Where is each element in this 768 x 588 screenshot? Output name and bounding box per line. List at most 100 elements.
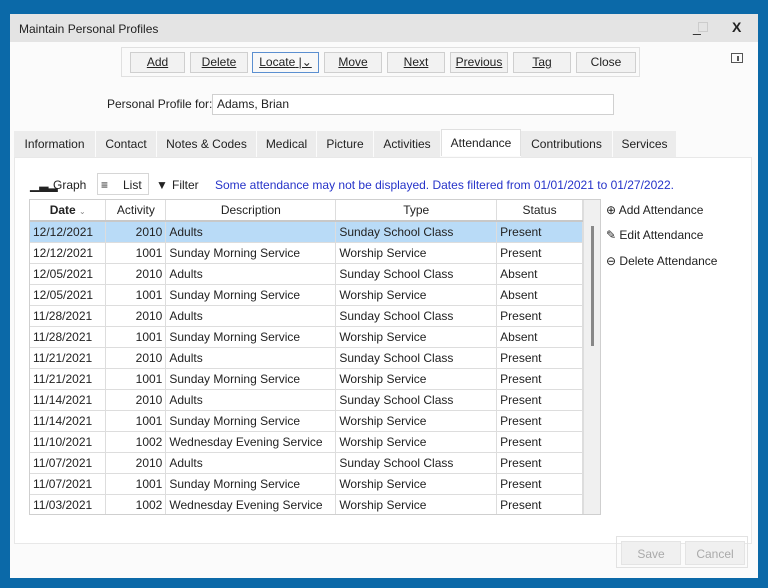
tab-notes-codes[interactable]: Notes & Codes [157,131,257,157]
table-row[interactable]: 12/12/2021 1001 Sunday Morning Service Wors… [30,242,583,264]
cell-type: Worship Service [335,410,498,432]
save-button[interactable]: Save [621,541,681,565]
cell-activity: 2010 [105,263,167,285]
cell-date: 12/12/2021 [30,221,107,243]
table-row[interactable]: 12/05/2021 2010 Adults Sunday School Class A… [30,263,583,285]
cell-description: Sunday Morning Service [165,368,337,390]
layout-icon[interactable] [731,53,743,63]
list-label: List [123,178,142,192]
profile-label: Personal Profile for: [107,97,213,111]
cell-status: Absent [496,284,583,306]
previous-button[interactable]: Previous [450,52,508,73]
locate-button[interactable]: Locate |⌄ [252,52,319,73]
title-bar: Maintain Personal Profiles _ X [10,14,758,42]
cell-date: 11/14/2021 [30,389,107,411]
tab-activities[interactable]: Activities [374,131,441,157]
table-row[interactable]: 11/10/2021 1002 Wednesday Evening Service W… [30,431,583,453]
table-row[interactable]: 11/14/2021 1001 Sunday Morning Service Wors… [30,410,583,432]
table-row[interactable]: 11/21/2021 2010 Adults Sunday School Class P… [30,347,583,369]
move-button[interactable]: Move [324,52,382,73]
cell-type: Worship Service [335,242,498,264]
plus-circle-icon: ⊕ [606,203,617,217]
edit-attendance-button[interactable]: ✎ Edit Attendance [606,228,703,242]
tab-contributions[interactable]: Contributions [521,131,613,157]
cell-activity: 1001 [105,326,167,348]
close-button[interactable]: Close [576,52,636,73]
graph-button[interactable]: Graph [53,178,86,192]
cell-description: Adults [165,221,337,243]
tag-button[interactable]: Tag [513,52,571,73]
table-scrollbar[interactable] [583,200,600,514]
profile-window: Maintain Personal Profiles _ X Add Delet… [10,14,758,578]
table-row[interactable]: 11/14/2021 2010 Adults Sunday School Class P… [30,389,583,411]
cancel-button[interactable]: Cancel [685,541,745,565]
cell-type: Sunday School Class [335,389,498,411]
cell-description: Adults [165,347,337,369]
cell-date: 11/07/2021 [30,452,107,474]
tab-information[interactable]: Information [14,131,96,157]
table-row[interactable]: 11/07/2021 1001 Sunday Morning Service Wors… [30,473,583,495]
tab-services[interactable]: Services [613,131,677,157]
cell-status: Present [496,431,583,453]
add-attendance-button[interactable]: ⊕ Add Attendance [606,203,703,217]
cell-status: Present [496,368,583,390]
tab-medical[interactable]: Medical [257,131,317,157]
cell-status: Present [496,389,583,411]
tab-picture[interactable]: Picture [317,131,374,157]
cell-type: Worship Service [335,473,498,495]
attendance-table: Date ⌄ Activity Description Type Status … [29,199,601,515]
maximize-button[interactable] [698,22,708,32]
cell-status: Present [496,242,583,264]
cell-description: Adults [165,263,337,285]
add-button[interactable]: Add [130,52,185,73]
table-row[interactable]: 12/05/2021 1001 Sunday Morning Service Wors… [30,284,583,306]
cell-description: Adults [165,452,337,474]
cell-activity: 2010 [105,305,167,327]
tab-attendance[interactable]: Attendance [441,129,521,156]
scrollbar-thumb[interactable] [591,226,594,346]
list-icon: ≡ [101,178,109,192]
table-row[interactable]: 11/28/2021 2010 Adults Sunday School Class P… [30,305,583,327]
header-date[interactable]: Date ⌄ [30,200,107,222]
filter-icon[interactable]: ▼ [156,178,168,192]
minus-circle-icon: ⊖ [606,254,617,268]
header-status[interactable]: Status [496,200,583,222]
cell-date: 11/28/2021 [30,326,107,348]
add-attendance-label: Add Attendance [618,203,704,217]
filter-button[interactable]: Filter [172,178,199,192]
cell-activity: 1002 [105,431,167,453]
cell-type: Sunday School Class [335,347,498,369]
table-row[interactable]: 11/21/2021 1001 Sunday Morning Service Wors… [30,368,583,390]
pencil-icon: ✎ [606,228,617,242]
table-row[interactable]: 12/12/2021 2010 Adults Sunday School Class P… [30,221,583,243]
cell-activity: 1001 [105,368,167,390]
cell-activity: 1001 [105,410,167,432]
cell-activity: 2010 [105,221,167,243]
tab-contact[interactable]: Contact [96,131,157,157]
cell-description: Adults [165,389,337,411]
cell-activity: 1002 [105,494,167,514]
next-button[interactable]: Next [387,52,445,73]
cell-description: Sunday Morning Service [165,473,337,495]
header-description[interactable]: Description [165,200,337,222]
cell-status: Present [496,305,583,327]
chevron-down-icon[interactable]: |⌄ [299,55,312,69]
cell-date: 12/05/2021 [30,284,107,306]
delete-attendance-button[interactable]: ⊖ Delete Attendance [606,254,717,268]
header-type[interactable]: Type [335,200,498,222]
close-window-button[interactable]: X [732,19,741,35]
cell-description: Adults [165,305,337,327]
cell-status: Present [496,347,583,369]
cell-description: Sunday Morning Service [165,242,337,264]
table-row[interactable]: 11/28/2021 1001 Sunday Morning Service Wors… [30,326,583,348]
profile-name-field[interactable]: Adams, Brian [212,94,614,115]
cell-type: Worship Service [335,431,498,453]
cell-status: Present [496,221,583,243]
header-activity[interactable]: Activity [105,200,167,222]
table-row[interactable]: 11/07/2021 2010 Adults Sunday School Class P… [30,452,583,474]
table-row[interactable]: 11/03/2021 1002 Wednesday Evening Service W… [30,494,583,514]
cell-activity: 2010 [105,347,167,369]
delete-button[interactable]: Delete [190,52,248,73]
sort-chevron-icon: ⌄ [79,207,86,216]
cell-description: Wednesday Evening Service [165,494,337,514]
